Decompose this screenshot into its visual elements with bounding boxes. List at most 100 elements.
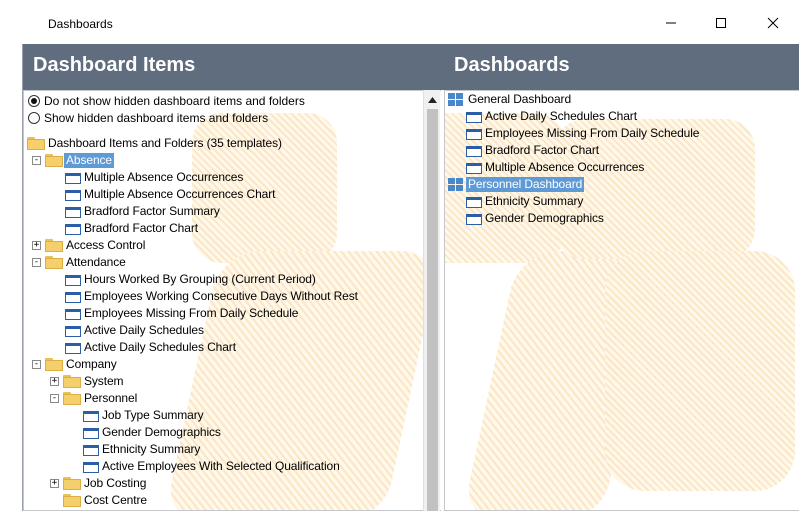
tree-node-multiple-absence-occurrences-chart[interactable]: Multiple Absence Occurrences Chart [63,186,277,203]
scroll-up-button[interactable] [424,91,441,108]
dashboard-items-heading: Dashboard Items [33,54,196,76]
tree-node-label: Cost Centre [84,493,147,507]
maximize-button[interactable] [698,8,744,38]
tree-node-label: Multiple Absence Occurrences Chart [84,187,276,201]
tree-node-cost-centre[interactable]: Cost Centre [63,492,149,509]
tree-node-gender-demographics[interactable]: Gender Demographics [81,424,223,441]
hide-hidden-option[interactable]: Do not show hidden dashboard items and f… [28,93,305,109]
scrollbar-thumb[interactable] [427,109,438,511]
tree-node-employees-missing-from-daily-schedule[interactable]: Employees Missing From Daily Schedule [464,125,701,142]
dashboard-item-icon [81,444,99,456]
tree-node-general-dashboard[interactable]: General Dashboard [448,91,573,108]
folder-icon [45,357,63,372]
expand-icon[interactable]: + [50,479,59,488]
tree-node-label: Active Employees With Selected Qualifica… [102,459,340,473]
folder-icon [45,238,63,253]
dashboard-item-icon [63,291,81,303]
window-title-bar: Dashboards [0,0,799,44]
tree-node-active-daily-schedules-chart[interactable]: Active Daily Schedules Chart [63,339,238,356]
tree-node-label: Multiple Absence Occurrences [485,160,645,174]
tree-node-label: Active Daily Schedules [84,323,204,337]
show-hidden-label: Show hidden dashboard items and folders [44,111,269,125]
tree-node-label: Employees Missing From Daily Schedule [485,126,700,140]
tree-node-label: Employees Missing From Daily Schedule [84,306,299,320]
tree-node-ethnicity-summary[interactable]: Ethnicity Summary [81,441,202,458]
collapse-icon[interactable]: - [32,360,41,369]
tree-node-bradford-factor-summary[interactable]: Bradford Factor Summary [63,203,222,220]
tree-node-label: Personnel Dashboard [466,177,585,192]
collapse-icon[interactable]: - [32,258,41,267]
tree-node-label: Ethnicity Summary [485,194,584,208]
section-header: Dashboard Items Dashboards [23,44,799,90]
tree-node-active-daily-schedules-chart[interactable]: Active Daily Schedules Chart [464,108,639,125]
tree-node-gender-demographics[interactable]: Gender Demographics [464,210,606,227]
tree-node-access-control[interactable]: Access Control [45,237,147,254]
dashboard-icon [448,177,464,192]
tree-node-label: Job Type Summary [102,408,204,422]
folder-icon [45,255,63,270]
tree-node-label: Job Costing [84,476,147,490]
folder-icon [63,374,81,389]
folder-icon [27,136,45,151]
dashboard-item-icon [63,223,81,235]
watermark-shape [605,251,795,491]
tree-node-company[interactable]: Company [45,356,119,373]
tree-node-label: Active Daily Schedules Chart [485,109,637,123]
tree-node-ethnicity-summary[interactable]: Ethnicity Summary [464,193,585,210]
tree-node-label: Bradford Factor Chart [485,143,599,157]
tree-node-attendance[interactable]: Attendance [45,254,128,271]
hide-hidden-label: Do not show hidden dashboard items and f… [44,94,305,108]
minimize-icon [666,22,676,24]
hide-hidden-radio[interactable] [28,95,40,107]
dashboard-item-icon [63,308,81,320]
folder-icon [45,153,63,168]
collapse-icon[interactable]: - [50,394,59,403]
tree-node-personnel[interactable]: Personnel [63,390,139,407]
tree-node-label: Multiple Absence Occurrences [84,170,244,184]
close-button[interactable] [750,8,796,38]
dashboard-item-icon [63,172,81,184]
close-icon [767,17,779,29]
vertical-scrollbar[interactable] [423,90,440,511]
show-hidden-option[interactable]: Show hidden dashboard items and folders [28,110,268,126]
expand-icon[interactable]: + [50,377,59,386]
folder-icon [63,391,81,406]
tree-node-multiple-absence-occurrences[interactable]: Multiple Absence Occurrences [464,159,646,176]
tree-node-system[interactable]: System [63,373,125,390]
tree-node-active-employees-with-selected-qualification[interactable]: Active Employees With Selected Qualifica… [81,458,342,475]
tree-node-label: Bradford Factor Chart [84,221,198,235]
minimize-button[interactable] [648,8,694,38]
tree-node-label: Personnel [84,391,138,405]
tree-node-dashboard-items-and-folders-35-templates[interactable]: Dashboard Items and Folders (35 template… [27,135,284,152]
dashboard-item-icon [81,410,99,422]
tree-node-job-costing[interactable]: Job Costing [63,475,148,492]
tree-node-personnel-dashboard[interactable]: Personnel Dashboard [448,176,585,193]
folder-icon [63,476,81,491]
tree-node-active-daily-schedules[interactable]: Active Daily Schedules [63,322,206,339]
tree-node-employees-missing-from-daily-schedule[interactable]: Employees Missing From Daily Schedule [63,305,300,322]
tree-node-multiple-absence-occurrences[interactable]: Multiple Absence Occurrences [63,169,245,186]
dashboard-item-icon [63,206,81,218]
tree-node-job-type-summary[interactable]: Job Type Summary [81,407,206,424]
tree-node-absence[interactable]: Absence [45,152,114,169]
tree-node-bradford-factor-chart[interactable]: Bradford Factor Chart [464,142,601,159]
expand-icon[interactable]: + [32,241,41,250]
dashboard-icon [448,92,464,107]
dashboard-item-icon [81,427,99,439]
show-hidden-radio[interactable] [28,112,40,124]
tree-node-bradford-factor-chart[interactable]: Bradford Factor Chart [63,220,200,237]
tree-node-hours-worked-by-grouping-current-period[interactable]: Hours Worked By Grouping (Current Period… [63,271,318,288]
dashboard-item-icon [81,461,99,473]
maximize-icon [716,18,726,28]
dashboard-item-icon [464,213,482,225]
dashboard-item-icon [464,196,482,208]
dashboard-item-icon [464,162,482,174]
dashboard-item-icon [63,342,81,354]
dashboard-item-icon [464,145,482,157]
tree-node-label: System [84,374,124,388]
collapse-icon[interactable]: - [32,156,41,165]
tree-node-employees-working-consecutive-days-without-rest[interactable]: Employees Working Consecutive Days Witho… [63,288,360,305]
tree-node-label: Attendance [66,255,126,269]
tree-node-label: General Dashboard [468,92,572,106]
tree-node-label: Active Daily Schedules Chart [84,340,236,354]
